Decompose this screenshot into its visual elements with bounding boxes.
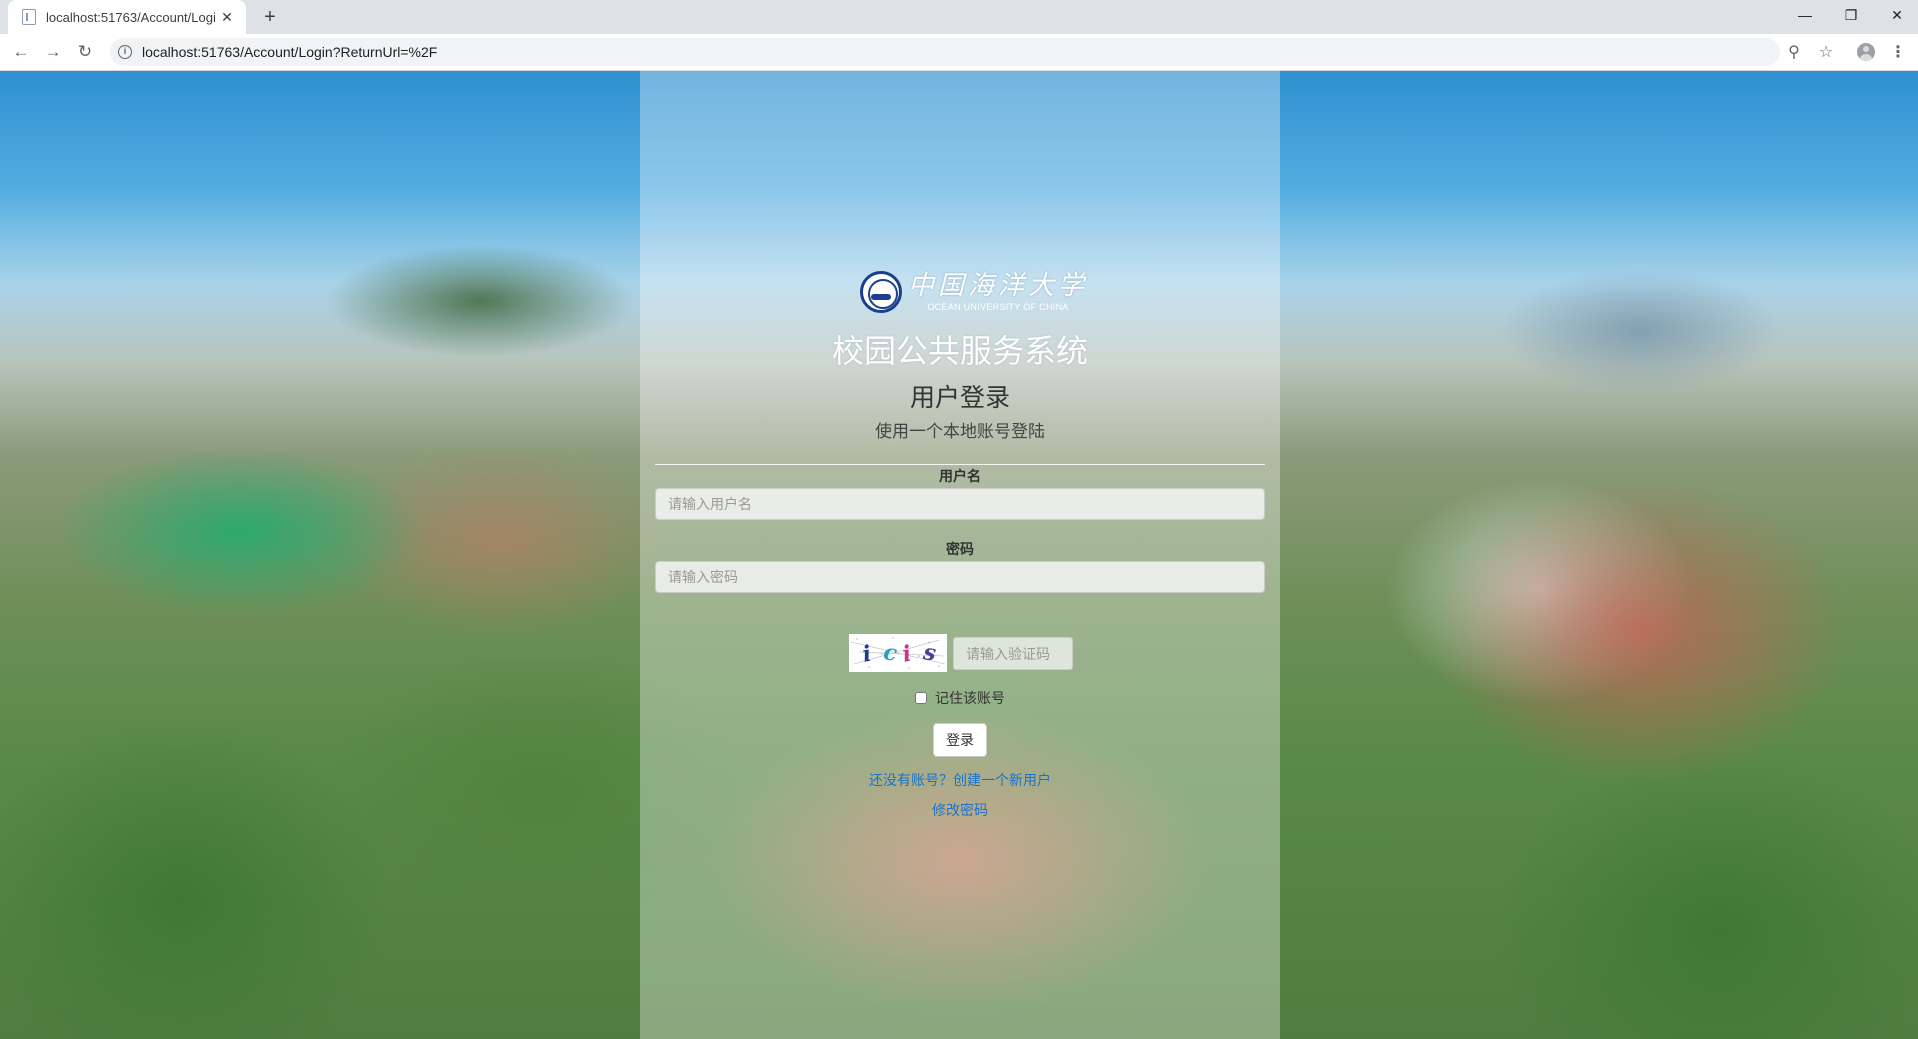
university-seal-icon [860,271,902,313]
close-window-icon[interactable]: ✕ [1874,0,1918,30]
reload-icon[interactable]: ↻ [73,40,97,64]
university-logo: 中国海洋大学 OCEAN UNIVERSITY OF CHINA [860,271,1088,313]
restore-window-icon[interactable]: ❐ [1828,0,1874,30]
system-title: 校园公共服务系统 [831,333,1088,369]
browser-tab[interactable]: localhost:51763/Account/Logi ✕ [8,0,246,34]
password-label: 密码 [946,541,974,557]
profile-avatar-icon[interactable] [1854,40,1878,64]
key-icon[interactable]: ⚲ [1782,40,1806,64]
divider [655,464,1265,465]
username-label: 用户名 [939,468,981,484]
tab-title: localhost:51763/Account/Logi [46,9,216,25]
logo-english-name: OCEAN UNIVERSITY OF CHINA [927,302,1069,312]
site-info-icon[interactable]: i [118,45,132,59]
login-button[interactable]: 登录 [933,723,987,757]
captcha-image[interactable]: icis [849,634,947,672]
browser-menu-icon[interactable]: ⋮ [1886,40,1910,64]
address-bar[interactable]: i localhost:51763/Account/Login?ReturnUr… [110,38,1780,66]
register-link[interactable]: 还没有账号？创建一个新用户 [869,772,1051,788]
back-arrow-icon[interactable]: ← [9,40,33,64]
page-title: 用户登录 [909,384,1010,412]
remember-checkbox[interactable] [915,692,927,704]
new-tab-icon[interactable]: + [258,6,282,28]
browser-toolbar: ← → ↻ i localhost:51763/Account/Login?Re… [0,34,1918,71]
page-favicon-icon [22,9,36,25]
close-tab-icon[interactable]: ✕ [218,9,236,26]
logo-chinese-name: 中国海洋大学 [908,271,1089,301]
remember-account[interactable]: 记住该账号 [655,688,1265,708]
change-password-link[interactable]: 修改密码 [932,802,988,818]
minimize-window-icon[interactable]: — [1782,0,1828,30]
forward-arrow-icon[interactable]: → [41,40,65,64]
bookmark-star-icon[interactable]: ☆ [1814,40,1838,64]
captcha-input[interactable] [953,637,1073,670]
page-background: 中国海洋大学 OCEAN UNIVERSITY OF CHINA 校园公共服务系… [0,71,1918,1039]
password-input[interactable] [655,561,1265,593]
address-bar-url: localhost:51763/Account/Login?ReturnUrl=… [142,44,438,60]
page-subtitle: 使用一个本地账号登陆 [875,422,1045,441]
username-input[interactable] [655,488,1265,520]
browser-tabstrip: localhost:51763/Account/Logi ✕ + — ❐ ✕ [0,0,1918,34]
remember-label: 记住该账号 [935,690,1005,706]
